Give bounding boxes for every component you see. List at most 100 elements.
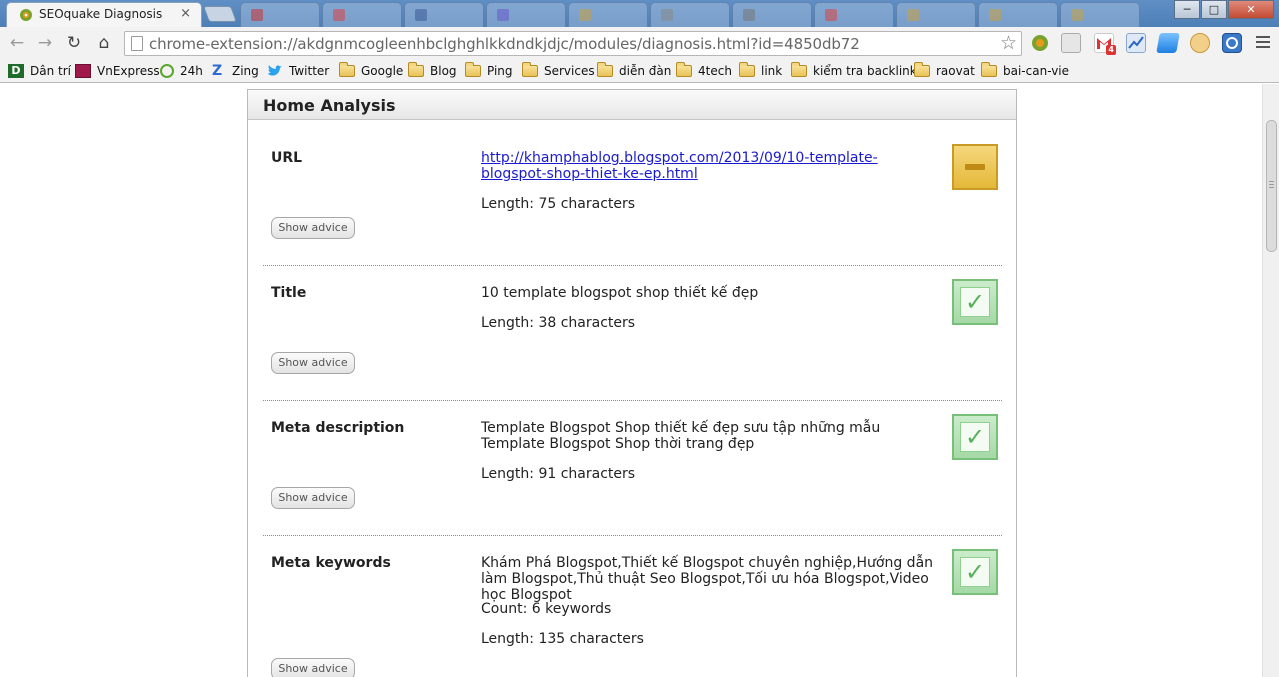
folder-icon [522,62,538,77]
background-tab[interactable] [486,2,566,27]
gmail-extension-icon[interactable]: 4 [1094,33,1116,55]
checkmark-icon: ✓ [960,557,990,587]
home-button[interactable]: ⌂ [93,32,115,54]
page-icon [131,36,143,51]
new-tab-button[interactable] [203,6,237,22]
address-bar[interactable]: chrome-extension://akdgnmcogleenhbclghgh… [124,31,1022,56]
seoquake-extension-icon[interactable] [1030,33,1050,53]
folder-icon [739,62,755,77]
bookmark-folder-link[interactable]: link [739,62,782,80]
bookmark-zing[interactable]: Z Zing [212,62,259,80]
folder-icon [408,62,424,77]
page-viewport: Home Analysis URL http://khamphablog.blo… [0,84,1279,677]
tab-seoquake-diagnosis[interactable]: SEOquake Diagnosis × [6,2,202,27]
close-window-button[interactable]: ✕ [1228,0,1274,19]
analysis-row-title: Title 10 template blogspot shop thiết kế… [263,279,1002,401]
folder-icon [981,62,997,77]
bookmark-label: diễn đàn [619,64,672,78]
bookmark-folder-raovat[interactable]: raovat [914,62,975,80]
home-analysis-panel: Home Analysis URL http://khamphablog.blo… [247,89,1017,677]
analyzed-url-link[interactable]: http://khamphablog.blogspot.com/2013/09/… [481,150,878,182]
browser-toolbar: ← → ↻ ⌂ chrome-extension://akdgnmcogleen… [0,27,1279,59]
background-tab[interactable] [1060,2,1140,27]
minimize-button[interactable]: ─ [1174,0,1200,19]
bookmark-label: Zing [232,64,259,78]
tab-strip: SEOquake Diagnosis × ─ □ ✕ [0,0,1279,27]
row-label: URL [271,150,303,166]
row-label: Title [271,285,307,301]
24h-icon [160,64,174,78]
folder-icon [597,62,613,77]
bookmark-dantri[interactable]: D Dân trí [8,62,71,80]
show-advice-button[interactable]: Show advice [271,487,355,509]
chrome-menu-button[interactable] [1253,33,1273,53]
background-tab[interactable] [732,2,812,27]
translate-extension-icon[interactable] [1061,33,1081,53]
show-advice-button[interactable]: Show advice [271,658,355,677]
bookmark-label: Dân trí [30,64,71,78]
checkmark-icon: ✓ [960,287,990,317]
row-meta: Length: 135 characters [481,631,644,647]
bookmark-folder-services[interactable]: Services [522,62,595,80]
background-tab[interactable] [896,2,976,27]
background-tab[interactable] [322,2,402,27]
background-tab[interactable] [240,2,320,27]
bookmark-label: kiểm tra backlink [813,64,917,78]
back-button[interactable]: ← [6,32,28,54]
bookmark-folder-bai-can-vie[interactable]: bai-can-vie [981,62,1069,80]
bookmark-folder-blog[interactable]: Blog [408,62,457,80]
dantri-icon: D [8,64,24,78]
show-advice-button[interactable]: Show advice [271,217,355,239]
show-advice-button[interactable]: Show advice [271,352,355,374]
row-value: Khám Phá Blogspot,Thiết kế Blogspot chuy… [481,555,934,603]
bookmark-label: link [761,64,783,78]
chart-icon [1128,36,1144,49]
bookmark-label: Services [544,64,595,78]
background-tab[interactable] [404,2,484,27]
row-meta: Length: 75 characters [481,196,636,212]
background-tab[interactable] [568,2,648,27]
vertical-scrollbar[interactable] [1262,84,1279,677]
address-url[interactable]: chrome-extension://akdgnmcogleenhbclghgh… [149,35,860,53]
bookmark-label: bai-can-vie [1003,64,1070,78]
bookmark-star-icon[interactable]: ☆ [1000,32,1017,54]
reload-button[interactable]: ↻ [63,32,85,54]
bookmarks-bar: D Dân trí VnExpress 24h Z Zing Twitter G… [0,59,1279,83]
folder-icon [791,62,807,77]
ok-status-icon: ✓ [952,549,998,595]
background-tab[interactable] [814,2,894,27]
bookmark-24h[interactable]: 24h [160,62,203,80]
maximize-button[interactable]: □ [1201,0,1227,19]
tab-title: SEOquake Diagnosis [39,7,163,21]
bookmark-twitter[interactable]: Twitter [267,62,329,80]
row-value: 10 template blogspot shop thiết kế đẹp [481,285,759,301]
round-extension-icon[interactable] [1222,33,1242,53]
window-extension-icon[interactable] [1156,33,1180,53]
background-tab[interactable] [978,2,1058,27]
folder-icon [676,62,692,77]
bookmark-folder-kiem-tra-backlink[interactable]: kiểm tra backlink [791,62,917,80]
forward-button[interactable]: → [34,32,56,54]
background-tab[interactable] [650,2,730,27]
gmail-unread-badge: 4 [1106,45,1116,55]
analysis-row-meta-keywords: Meta keywords Khám Phá Blogspot,Thiết kế… [263,549,1002,677]
zing-icon: Z [212,63,223,79]
bookmark-label: Blog [430,64,457,78]
scrollbar-thumb[interactable] [1266,120,1277,252]
bookmark-folder-ping[interactable]: Ping [465,62,513,80]
twitter-icon [268,65,282,76]
bookmark-vnexpress[interactable]: VnExpress [75,62,160,80]
warning-status-icon [952,144,998,190]
bookmark-folder-google[interactable]: Google [339,62,403,80]
bookmark-folder-dien-dan[interactable]: diễn đàn [597,62,671,80]
seoquake-icon [20,9,32,21]
bookmark-label: Twitter [289,64,330,78]
stats-extension-icon[interactable] [1126,33,1146,53]
tab-close-icon[interactable]: × [180,6,191,21]
bookmark-folder-4tech[interactable]: 4tech [676,62,732,80]
row-meta: Count: 6 keywords [481,601,612,617]
folder-icon [465,62,481,77]
bookmark-label: Ping [487,64,513,78]
face-extension-icon[interactable] [1190,33,1210,53]
row-meta: Length: 38 characters [481,315,636,331]
